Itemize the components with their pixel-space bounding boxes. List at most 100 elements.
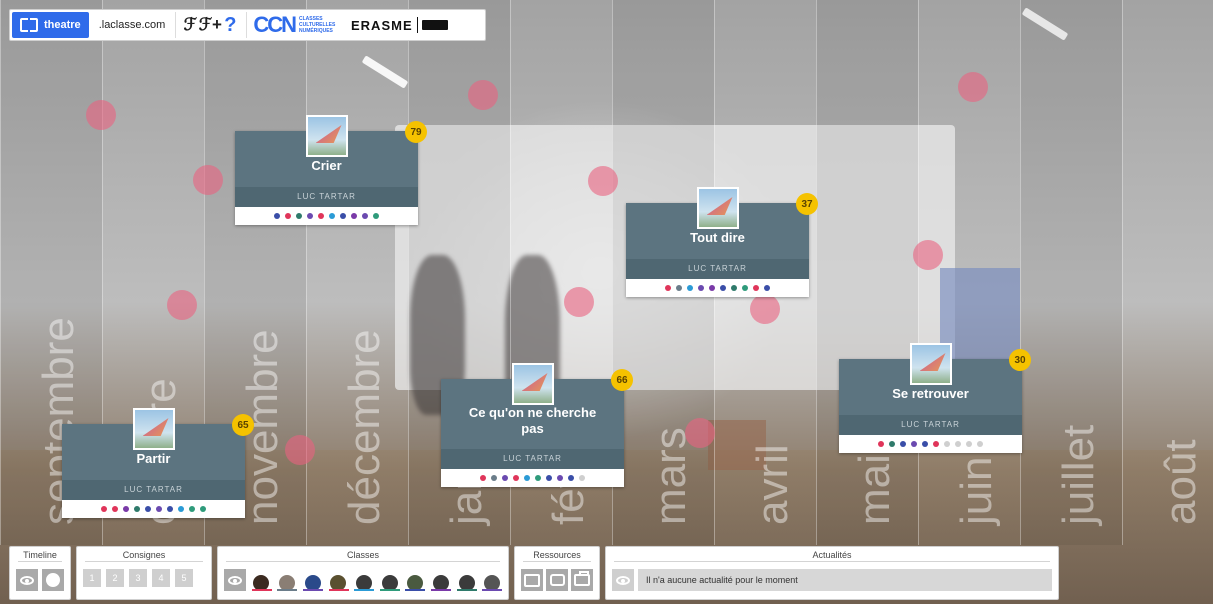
class-dot — [112, 506, 118, 512]
metropole-logo[interactable] — [421, 20, 448, 30]
class-dot — [753, 285, 759, 291]
consigne-button[interactable]: 4 — [152, 569, 170, 587]
class-avatar[interactable] — [405, 569, 426, 591]
class-avatar[interactable] — [328, 569, 349, 591]
card-tout-dire[interactable]: 37 Tout dire LUC TARTAR — [626, 187, 818, 297]
avatar-color-bar — [379, 589, 400, 591]
class-avatar[interactable] — [302, 569, 323, 591]
timeline-dot[interactable] — [193, 165, 223, 195]
class-dot — [285, 213, 291, 219]
eye-icon — [227, 575, 242, 585]
class-dot — [524, 475, 530, 481]
timeline-dot[interactable] — [285, 435, 315, 465]
card-progress-dots — [626, 279, 809, 297]
panel-title: Classes — [226, 549, 500, 562]
timeline-dot[interactable] — [86, 100, 116, 130]
class-avatar[interactable] — [379, 569, 400, 591]
class-dot — [535, 475, 541, 481]
erasme-logo[interactable]: ERASME — [351, 18, 413, 33]
kite-icon — [315, 125, 342, 143]
class-dot — [491, 475, 497, 481]
app-button[interactable]: theatre — [12, 12, 89, 38]
consigne-button[interactable]: 5 — [175, 569, 193, 587]
card-title: Partir — [136, 451, 171, 466]
class-dot — [480, 475, 486, 481]
class-avatar[interactable] — [354, 569, 375, 591]
user-icon[interactable]: ℱ — [180, 15, 200, 35]
class-dot — [200, 506, 206, 512]
card-se-retrouver[interactable]: 30 Se retrouver LUC TARTAR — [839, 343, 1031, 453]
timeline-dot[interactable] — [588, 166, 618, 196]
ccn-mark: CCN — [253, 12, 297, 37]
class-dot — [687, 285, 693, 291]
class-dot — [167, 506, 173, 512]
count-badge: 37 — [796, 193, 818, 215]
card-crier[interactable]: 79 Crier LUC TARTAR — [235, 115, 427, 225]
avatar-color-bar — [277, 589, 298, 591]
add-user-icon[interactable]: ℱ+ — [199, 15, 222, 35]
class-dot — [178, 506, 184, 512]
timeline-panel: Timeline — [9, 546, 71, 600]
class-dot — [977, 441, 983, 447]
card-thumbnail — [305, 115, 348, 157]
messages-button[interactable] — [546, 569, 568, 591]
classes-view-button[interactable] — [224, 569, 246, 591]
class-dot — [731, 285, 737, 291]
class-dot — [764, 285, 770, 291]
timeline-view-button[interactable] — [16, 569, 38, 591]
actualites-view-button[interactable] — [612, 569, 634, 591]
card-thumbnail — [511, 363, 554, 405]
timeline-dot[interactable] — [685, 418, 715, 448]
app-label: theatre — [44, 19, 81, 31]
timeline-toggle-button[interactable] — [42, 569, 64, 591]
timeline-dot[interactable] — [468, 80, 498, 110]
ccn-subtitle: CLASSES CULTURELLES NUMÉRIQUES — [299, 16, 336, 34]
consignes-panel: Consignes 12345 — [76, 546, 212, 600]
consigne-button[interactable]: 3 — [129, 569, 147, 587]
timeline-dot[interactable] — [750, 294, 780, 324]
month-label: juin — [951, 456, 1001, 526]
timeline-dot[interactable] — [913, 240, 943, 270]
card-title: Ce qu'on ne cherche pas — [468, 405, 597, 436]
toolbox-button[interactable] — [571, 569, 593, 591]
theatre-icon — [20, 18, 38, 32]
class-dot — [955, 441, 961, 447]
kite-icon — [142, 418, 169, 436]
class-dot — [502, 475, 508, 481]
card-partir[interactable]: 65 Partir LUC TARTAR — [62, 408, 254, 518]
class-avatar[interactable] — [456, 569, 477, 591]
class-avatar[interactable] — [482, 569, 503, 591]
card-ce-quon-ne-cherche-pas[interactable]: 66 Ce qu'on ne cherche pas LUC TARTAR — [441, 363, 633, 487]
kite-icon — [521, 373, 548, 391]
class-avatar[interactable] — [431, 569, 452, 591]
panel-title: Actualités — [614, 549, 1050, 562]
timeline-dot[interactable] — [958, 72, 988, 102]
class-dot — [296, 213, 302, 219]
class-dot — [134, 506, 140, 512]
class-dot — [546, 475, 552, 481]
class-dot — [878, 441, 884, 447]
consigne-button[interactable]: 1 — [83, 569, 101, 587]
timeline-dot[interactable] — [564, 287, 594, 317]
class-avatar[interactable] — [277, 569, 298, 591]
card-thumbnail — [696, 187, 739, 229]
ccn-logo[interactable]: CCN CLASSES CULTURELLES NUMÉRIQUES — [246, 12, 343, 38]
files-button[interactable] — [521, 569, 543, 591]
class-dot — [340, 213, 346, 219]
circle-icon — [46, 573, 60, 587]
top-toolbar: theatre .laclasse.com ℱ ℱ+ ? CCN CLASSES… — [9, 9, 486, 41]
class-avatar[interactable] — [251, 569, 272, 591]
help-icon[interactable]: ? — [220, 14, 240, 37]
timeline-dot[interactable] — [167, 290, 197, 320]
consigne-button[interactable]: 2 — [106, 569, 124, 587]
card-title: Tout dire — [690, 230, 745, 245]
class-dot — [742, 285, 748, 291]
eye-icon — [616, 575, 630, 585]
class-dot — [123, 506, 129, 512]
card-progress-dots — [62, 500, 245, 518]
avatar-color-bar — [302, 589, 323, 591]
eye-icon — [20, 575, 34, 585]
panel-title-text: Consignes — [118, 550, 170, 560]
laclasse-link[interactable]: .laclasse.com — [89, 12, 177, 38]
avatar-color-bar — [354, 589, 375, 591]
